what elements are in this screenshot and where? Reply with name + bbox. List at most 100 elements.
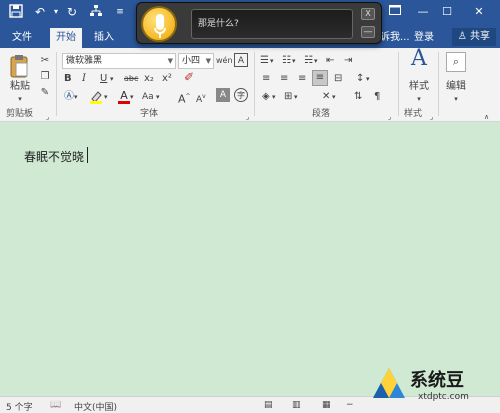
font-name-select[interactable]: 微软雅黑 ▼ [62, 53, 176, 69]
char-border-icon[interactable]: A [234, 53, 248, 67]
distributed-icon[interactable]: ⊟ [334, 72, 342, 86]
save-icon[interactable] [8, 4, 24, 20]
highlight-icon[interactable] [88, 90, 104, 109]
superscript-icon[interactable]: x² [162, 72, 172, 86]
align-left-icon[interactable]: ≡ [262, 72, 270, 86]
separator [438, 52, 439, 116]
chevron-down-icon: ▼ [167, 57, 173, 65]
tree-icon[interactable] [88, 4, 104, 20]
underline-dropdown-icon[interactable]: ▾ [110, 72, 114, 86]
clipboard-group-label: 剪贴板 [6, 109, 34, 119]
shrink-font-icon[interactable]: Av [196, 90, 206, 107]
styles-group-label: 样式 [404, 109, 423, 119]
font-color-dropdown-icon[interactable]: ▾ [130, 90, 134, 104]
numbering-dropdown-icon[interactable]: ▾ [292, 54, 296, 68]
decrease-indent-icon[interactable]: ⇤ [326, 54, 334, 68]
font-color-icon[interactable]: A [118, 88, 130, 109]
dropdown-icon[interactable]: ▾ [48, 4, 64, 20]
styles-dropdown-icon[interactable]: ▾ [404, 92, 434, 106]
font-size-select[interactable]: 小四 ▼ [178, 53, 214, 69]
speech-close-button[interactable]: X [361, 8, 375, 20]
shading-icon[interactable]: ◈ [262, 90, 270, 104]
speech-minimize-button[interactable]: — [361, 26, 375, 38]
justify-icon[interactable]: ≡ [312, 70, 328, 86]
cut-icon[interactable]: ✂ [38, 54, 52, 68]
underline-icon[interactable]: U [100, 72, 107, 86]
speech-text-field: 那是什么? [191, 9, 353, 39]
tab-file[interactable]: 文件 [6, 28, 38, 48]
case-dropdown-icon[interactable]: ▾ [156, 90, 160, 104]
asian-layout-dropdown-icon[interactable]: ▾ [332, 90, 336, 104]
tab-home[interactable]: 开始 [50, 28, 82, 48]
proofing-icon[interactable]: 📖 [50, 400, 61, 410]
find-icon[interactable]: ⌕ [446, 52, 466, 72]
multilevel-list-icon[interactable]: ☵ [304, 54, 313, 68]
align-center-icon[interactable]: ≡ [280, 72, 288, 86]
print-layout-icon[interactable]: ▥ [292, 400, 301, 410]
svg-text:A: A [120, 89, 128, 102]
shading-dropdown-icon[interactable]: ▾ [272, 90, 276, 104]
clear-format-icon[interactable]: ✐ [184, 70, 194, 84]
web-layout-icon[interactable]: ▦ [322, 400, 331, 410]
redo-icon[interactable]: ↻ [64, 4, 80, 20]
speech-recognition-bar: 那是什么? X — [136, 2, 382, 44]
signin-link[interactable]: 登录 [408, 28, 440, 48]
read-mode-icon[interactable]: ▤ [264, 400, 273, 410]
zoom-out-icon[interactable]: − [346, 400, 354, 410]
word-count[interactable]: 5 个字 [6, 400, 33, 413]
increase-indent-icon[interactable]: ⇥ [344, 54, 352, 68]
align-right-icon[interactable]: ≡ [298, 72, 306, 86]
tab-insert[interactable]: 插入 [88, 28, 120, 48]
strikethrough-icon[interactable]: abc [124, 72, 138, 86]
text-effects-icon[interactable]: Ⓐ [64, 90, 74, 104]
document-text[interactable]: 春眠不觉晓 [24, 148, 84, 165]
multilevel-dropdown-icon[interactable]: ▾ [314, 54, 318, 68]
borders-icon[interactable]: ⊞ [284, 90, 292, 104]
sort-icon[interactable]: ⇅ [354, 90, 362, 104]
show-marks-icon[interactable]: ¶ [374, 90, 380, 104]
minimize-icon[interactable]: — [412, 3, 434, 21]
subscript-icon[interactable]: x₂ [144, 72, 154, 86]
italic-icon[interactable]: I [82, 72, 86, 86]
document-area[interactable]: 春眠不觉晓 [0, 122, 500, 396]
char-shading-icon[interactable]: A [216, 88, 230, 102]
more-icon[interactable]: ≡ [112, 4, 128, 20]
borders-dropdown-icon[interactable]: ▾ [294, 90, 298, 104]
person-icon: ♙ [457, 31, 467, 42]
line-spacing-icon[interactable]: ↕ [356, 72, 364, 86]
paste-icon[interactable] [8, 54, 30, 78]
text-cursor [87, 147, 88, 163]
copy-icon[interactable]: ❐ [38, 70, 52, 84]
language-indicator[interactable]: 中文(中国) [74, 400, 117, 413]
text-effects-dropdown-icon[interactable]: ▾ [74, 90, 78, 104]
bold-icon[interactable]: B [64, 72, 72, 86]
watermark-url: xtdptc.com [418, 392, 469, 402]
bullets-dropdown-icon[interactable]: ▾ [270, 54, 274, 68]
grow-font-icon[interactable]: A^ [178, 90, 191, 107]
format-painter-icon[interactable]: ✎ [38, 86, 52, 100]
asian-layout-icon[interactable]: ✕ [322, 90, 330, 104]
separator [254, 52, 255, 116]
line-spacing-dropdown-icon[interactable]: ▾ [366, 72, 370, 86]
highlight-dropdown-icon[interactable]: ▾ [104, 90, 108, 104]
watermark-name: 系统豆 [410, 370, 464, 391]
microphone-icon[interactable] [141, 6, 177, 42]
font-name-value: 微软雅黑 [66, 56, 103, 66]
change-case-icon[interactable]: wén [216, 54, 233, 68]
styles-icon[interactable]: A [406, 48, 432, 78]
undo-icon[interactable]: ↶ [32, 4, 48, 20]
chevron-down-icon: ▼ [205, 57, 211, 65]
paste-dropdown-icon[interactable]: ▾ [9, 92, 31, 106]
bullets-icon[interactable]: ☰ [260, 54, 269, 68]
enclose-char-icon[interactable]: 字 [234, 88, 248, 102]
paragraph-group-label: 段落 [312, 109, 331, 119]
maximize-icon[interactable]: ☐ [436, 3, 458, 21]
share-label: 共享 [470, 31, 490, 42]
speech-text: 那是什么? [198, 19, 239, 29]
close-icon[interactable]: ✕ [468, 3, 490, 21]
restore-icon[interactable] [384, 3, 406, 21]
share-button[interactable]: ♙ 共享 [451, 28, 496, 46]
numbering-icon[interactable]: ☷ [282, 54, 291, 68]
editing-dropdown-icon[interactable]: ▾ [444, 92, 468, 106]
font-size-case-icon[interactable]: Aa [142, 90, 154, 104]
